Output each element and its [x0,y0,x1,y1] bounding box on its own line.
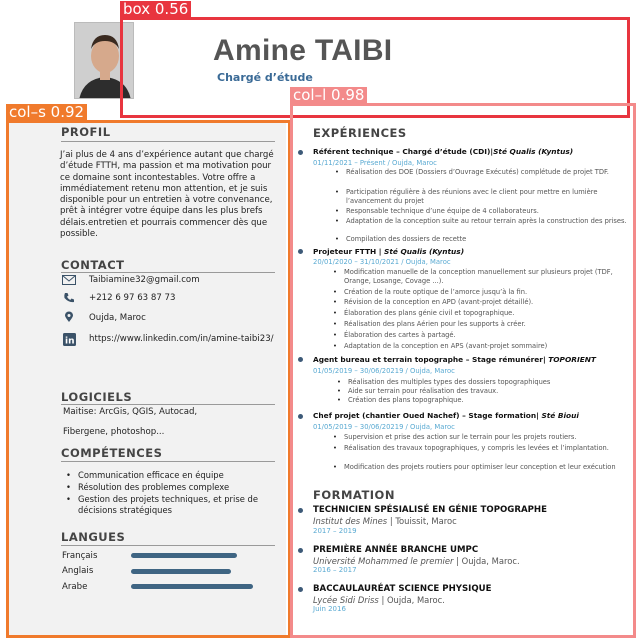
annotation-box-label: box 0.56 [120,1,192,18]
formation-school: Université Mohammed le premier | Oujda, … [313,556,520,566]
envelope-icon [61,275,77,287]
job-bullet: Réalisation des multiples types des doss… [337,378,628,387]
competence-item: Résolution des problemes complexe [66,482,278,493]
formation-degree: BACCAULAURÉAT SCIENCE PHYSIQUE [313,584,492,594]
formation-bullet-dot [298,587,303,592]
formation-school: Institut des Mines | Touissit, Maroc [313,516,457,526]
profil-title: PROFIL [61,125,111,139]
job-title: Chef projet (chantier Oued Nachef) – Sta… [313,411,579,420]
formation-school: Lycée Sidi Driss | Oujda, Maroc. [313,595,445,605]
job-bullet: Création des plans topographique. [337,396,628,405]
logiciels-divider [61,404,275,405]
language-level-bar [131,553,237,558]
formation-date: 2016 – 2017 [313,566,357,574]
language-name: Arabe [62,582,88,592]
experiences-title: EXPÉRIENCES [313,126,407,140]
contact-location: Oujda, Maroc [89,313,146,323]
logiciels-title: LOGICIELS [61,390,133,404]
langues-divider [61,545,275,546]
job-bullet: Révision de la conception en APD (avant-… [333,298,629,307]
contact-linkedin[interactable]: https://www.linkedin.com/in/amine-taibi2… [89,334,279,345]
candidate-name: Amine TAIBI [213,34,393,67]
contact-email[interactable]: Taibiamine32@gmail.com [89,275,200,286]
language-level-bar [131,584,253,589]
job-bullet-dot [298,249,303,254]
job-bullet: Adaptation de la conception suite au ret… [335,217,631,226]
formation-bullet-dot [298,508,303,513]
language-name: Anglais [62,566,94,576]
job-bullet: Participation régulière à des réunions a… [335,188,631,205]
location-pin-icon [61,311,77,323]
formation-date: Juin 2016 [313,605,346,613]
job-bullet: Compilation des dossiers de recette [335,235,631,244]
annotation-col-l-label: col–l 0.98 [290,87,368,104]
annotation-col-s-label: col–s 0.92 [6,104,88,121]
contact-divider [61,272,275,273]
phone-icon [61,292,77,304]
competences-title: COMPÉTENCES [61,446,163,460]
job-bullet: Supervision et prise des action sur le t… [333,433,629,442]
job-bullet-dot [298,357,303,362]
job-date: 01/05/2019 – 30/06/20219 / Oujda, Maroc [313,423,455,431]
job-date: 01/05/2019 – 30/06/20219 / Oujda, Maroc [313,367,455,375]
logiciels-line2: Fibergene, photoshop... [63,427,165,437]
job-title: Référent technique – Chargé d’étude (CDI… [313,147,574,156]
language-name: Français [62,551,98,561]
formation-title: FORMATION [313,488,395,502]
job-bullet-dot [298,414,303,419]
job-bullet: Aide sur terrain pour réalisation des tr… [337,387,628,396]
competences-divider [61,461,275,462]
formation-date: 2017 – 2019 [313,527,357,535]
formation-bullet-dot [298,548,303,553]
job-bullet: Création de la route optique de l’amorce… [333,288,629,297]
profil-text: J’ai plus de 4 ans d’expérience autant q… [60,150,274,240]
candidate-role: Chargé d’étude [217,71,313,84]
linkedin-icon: in [61,333,77,347]
svg-text:in: in [65,337,75,347]
profile-photo [74,22,134,99]
contact-phone[interactable]: +212 6 97 63 87 73 [89,293,175,304]
competence-item: Communication efficace en équipe [66,470,278,481]
formation-degree: TECHNICIEN SPÉSIALISÉ EN GÉNIE TOPOGRAPH… [313,505,547,515]
competence-item: Gestion des projets techniques, et prise… [66,494,268,515]
job-bullet: Responsable technique d’une équipe de 4 … [335,207,631,216]
job-bullet: Réalisation des plans Aérien pour les su… [333,320,629,329]
job-bullet: Adaptation de la conception en APS (avan… [333,342,629,351]
logiciels-line1: Maitise: ArcGis, QGIS, Autocad, [63,407,198,417]
contact-title: CONTACT [61,258,125,272]
job-date: 20/01/2020 – 31/10/2021 / Oujda, Maroc [313,258,451,266]
job-title: Projeteur FTTH | Sté Qualis (Kyntus) [313,247,465,256]
language-level-bar [131,569,231,574]
job-title: Agent bureau et terrain topographe – Sta… [313,355,596,364]
formation-degree: PREMIÈRE ANNÉE BRANCHE UMPC [313,545,479,555]
job-bullet: Modification manuelle de la conception m… [333,268,629,285]
job-bullet: Élaboration des plans génie civil et top… [333,309,629,318]
job-date: 01/11/2021 – Présent / Oujda, Maroc [313,159,437,167]
job-bullet: Réalisation des DOE (Dossiers d’Ouvrage … [335,168,631,177]
job-bullet: Modification des projets routiers pour o… [333,463,629,472]
job-bullet: Réalisation des travaux topographiques, … [333,444,629,453]
langues-title: LANGUES [61,530,126,544]
profil-divider [61,141,275,142]
job-bullet-dot [298,150,303,155]
job-bullet: Élaboration des cartes à partagé. [333,331,629,340]
